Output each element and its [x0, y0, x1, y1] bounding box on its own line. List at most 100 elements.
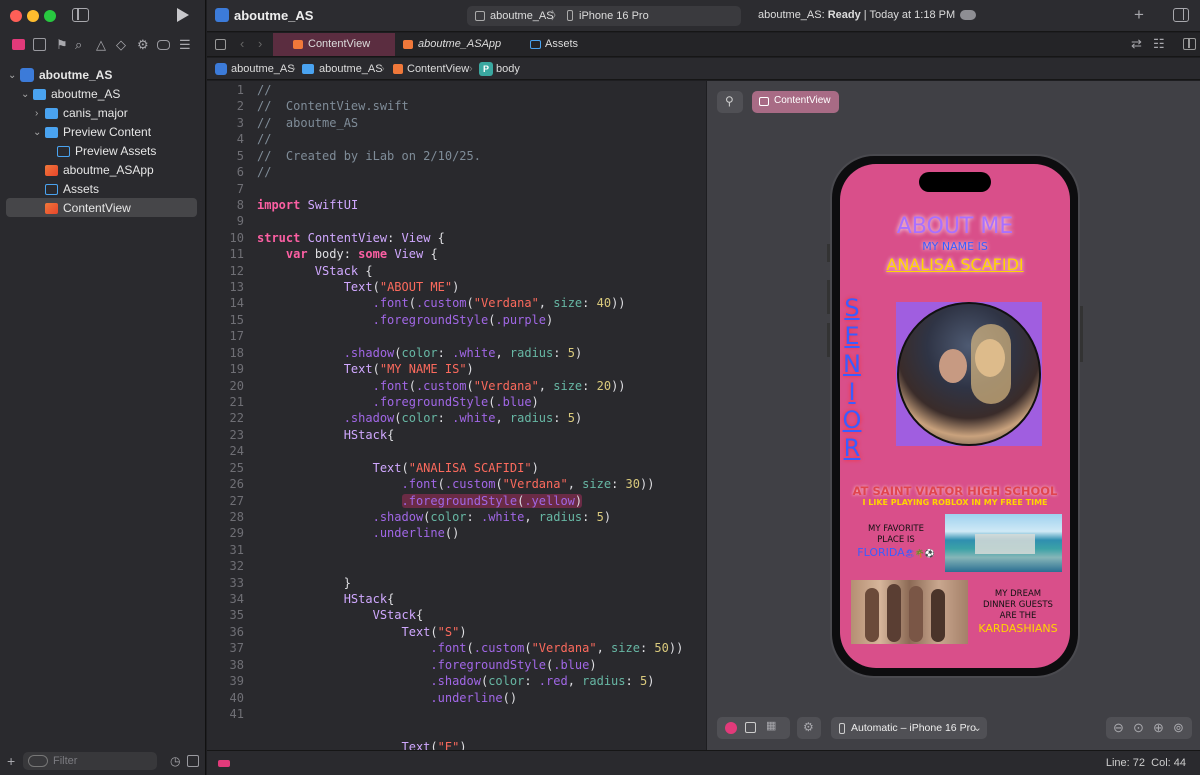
code-line[interactable]: .underline()	[257, 691, 517, 705]
code-line[interactable]: .shadow(color: .red, radius: 5)	[257, 674, 654, 688]
add-library-icon[interactable]: +	[1134, 6, 1144, 23]
nav-item-project[interactable]: ⌄ aboutme_AS	[0, 66, 206, 85]
nav-item-canis-major[interactable]: › canis_major	[0, 104, 206, 123]
forward-icon[interactable]: ›	[258, 37, 262, 50]
code-line[interactable]: .foregroundStyle(.yellow)	[257, 493, 583, 508]
code-line[interactable]: struct ContentView: View {	[257, 231, 445, 245]
tab-assets[interactable]: Assets	[523, 33, 603, 56]
breadcrumb-folder[interactable]: aboutme_AS	[319, 58, 383, 80]
code-line[interactable]: import SwiftUI	[257, 198, 358, 212]
disclosure-open-icon[interactable]: ⌄	[21, 85, 29, 104]
line-number: 29	[229, 526, 244, 541]
sidebar-toggle-icon[interactable]	[72, 8, 89, 22]
zoom-in-icon[interactable]: ⊕	[1153, 721, 1164, 734]
person-3	[909, 586, 923, 642]
breadcrumb-project[interactable]: aboutme_AS	[231, 58, 295, 80]
disclosure-closed-icon[interactable]: ›	[35, 104, 38, 123]
code-line[interactable]: //	[257, 83, 271, 97]
line-number: 41	[229, 706, 244, 721]
debug-area-toggle-icon[interactable]	[218, 760, 230, 767]
nav-item-preview-content[interactable]: ⌄ Preview Content	[0, 123, 206, 142]
destination-name[interactable]: iPhone 16 Pro	[579, 6, 649, 26]
code-line[interactable]: var body: some View {	[257, 247, 438, 261]
code-line[interactable]: .font(.custom("Verdana", size: 30))	[257, 477, 655, 491]
code-line[interactable]: }	[257, 576, 351, 590]
code-line[interactable]: Text("E")	[257, 740, 467, 750]
minimize-window-button[interactable]	[27, 10, 39, 22]
bookmark-icon[interactable]: ⚑	[56, 38, 68, 51]
code-line[interactable]: .foregroundStyle(.blue)	[257, 395, 539, 409]
code-line[interactable]: Text("ABOUT ME")	[257, 280, 460, 294]
nav-item-preview-assets[interactable]: Preview Assets	[0, 142, 206, 161]
zoom-window-button[interactable]	[44, 10, 56, 22]
selectable-mode-icon[interactable]	[745, 722, 756, 733]
issue-icon[interactable]: △	[96, 38, 106, 51]
code-line[interactable]: .shadow(color: .white, radius: 5)	[257, 411, 582, 425]
device-menu[interactable]: Automatic – iPhone 16 Pro ⌄	[831, 717, 987, 739]
code-line[interactable]: .underline()	[257, 526, 460, 540]
add-icon[interactable]: +	[7, 754, 15, 768]
code-line[interactable]: .shadow(color: .white, radius: 5)	[257, 510, 611, 524]
code-line[interactable]: .shadow(color: .white, radius: 5)	[257, 346, 582, 360]
zoom-fit-icon[interactable]: ⊙	[1133, 721, 1144, 734]
recent-files-icon[interactable]: ◷	[170, 755, 180, 767]
zoom-actual-icon[interactable]: ⊚	[1173, 721, 1184, 734]
device-settings-button[interactable]: ⚙	[797, 717, 821, 739]
grid-icon[interactable]	[215, 39, 226, 50]
code-line[interactable]: Text("MY NAME IS")	[257, 362, 474, 376]
swap-icon[interactable]: ⇄	[1131, 37, 1142, 50]
code-line[interactable]: // Created by iLab on 2/10/25.	[257, 149, 481, 163]
code-line[interactable]: HStack{	[257, 428, 395, 442]
breadcrumb-file[interactable]: ContentView	[407, 58, 469, 80]
report-icon[interactable]: ☰	[179, 38, 191, 51]
preview-selector[interactable]: ContentView	[752, 91, 839, 113]
code-line[interactable]: HStack{	[257, 592, 395, 606]
code-line[interactable]: .foregroundStyle(.blue)	[257, 658, 596, 672]
back-icon[interactable]: ‹	[240, 37, 244, 50]
tab-contentview[interactable]: ContentView	[273, 33, 395, 56]
code-line[interactable]: .font(.custom("Verdana", size: 40))	[257, 296, 626, 310]
nav-item-app[interactable]: aboutme_ASApp	[0, 161, 206, 180]
code-line[interactable]: VStack {	[257, 264, 373, 278]
code-line[interactable]: Text("ANALISA SCAFIDI")	[257, 461, 539, 475]
scheme-name[interactable]: aboutme_AS	[490, 6, 554, 26]
run-button[interactable]	[177, 8, 189, 22]
disclosure-open-icon[interactable]: ⌄	[33, 123, 41, 142]
inspector-toggle-icon[interactable]	[1173, 8, 1189, 22]
code-editor[interactable]: 1 // 2 // ContentView.swift 3 // aboutme_AS 4 /…	[207, 81, 706, 750]
code-line[interactable]: VStack{	[257, 608, 424, 622]
close-window-button[interactable]	[10, 10, 22, 22]
code-line[interactable]: // aboutme_AS	[257, 116, 358, 130]
project-navigator-icon[interactable]	[12, 39, 25, 50]
nav-item-assets[interactable]: Assets	[0, 180, 206, 199]
split-editor-icon[interactable]	[1183, 38, 1196, 50]
filter-options-icon[interactable]	[28, 755, 48, 767]
code-line[interactable]: Text("S")	[257, 625, 467, 639]
code-line[interactable]: //	[257, 165, 271, 179]
source-control-icon[interactable]	[33, 38, 46, 51]
buildings	[975, 534, 1035, 554]
scheme-selector[interactable]: aboutme_AS 〉 iPhone 16 Pro	[467, 6, 741, 26]
tab-app[interactable]: aboutme_ASApp	[397, 33, 517, 56]
code-line[interactable]: // ContentView.swift	[257, 99, 409, 113]
test-icon[interactable]: ◇	[116, 38, 126, 51]
pin-button[interactable]: ⚲	[717, 91, 743, 113]
breakpoint-icon[interactable]	[157, 40, 170, 50]
source-control-filter-icon[interactable]	[187, 755, 199, 767]
debug-icon[interactable]: ⚙	[137, 38, 149, 51]
breadcrumb-symbol[interactable]: body	[496, 58, 520, 80]
nav-item-contentview[interactable]: ContentView	[0, 199, 206, 218]
nav-item-folder[interactable]: ⌄ aboutme_AS	[0, 85, 206, 104]
code-line[interactable]: .font(.custom("Verdana", size: 50))	[257, 641, 683, 655]
editor-options-icon[interactable]: ☷	[1153, 37, 1165, 50]
swift-file-icon	[45, 203, 58, 214]
filter-input[interactable]: Filter	[23, 752, 157, 770]
live-mode-icon[interactable]	[725, 722, 737, 734]
find-icon[interactable]: ⌕	[75, 38, 82, 51]
code-line[interactable]: //	[257, 132, 271, 146]
code-line[interactable]: .font(.custom("Verdana", size: 20))	[257, 379, 626, 393]
zoom-out-icon[interactable]: ⊖	[1113, 721, 1124, 734]
disclosure-open-icon[interactable]: ⌄	[8, 66, 16, 85]
variants-icon[interactable]: ▦	[766, 721, 776, 732]
code-line[interactable]: .foregroundStyle(.purple)	[257, 313, 554, 327]
